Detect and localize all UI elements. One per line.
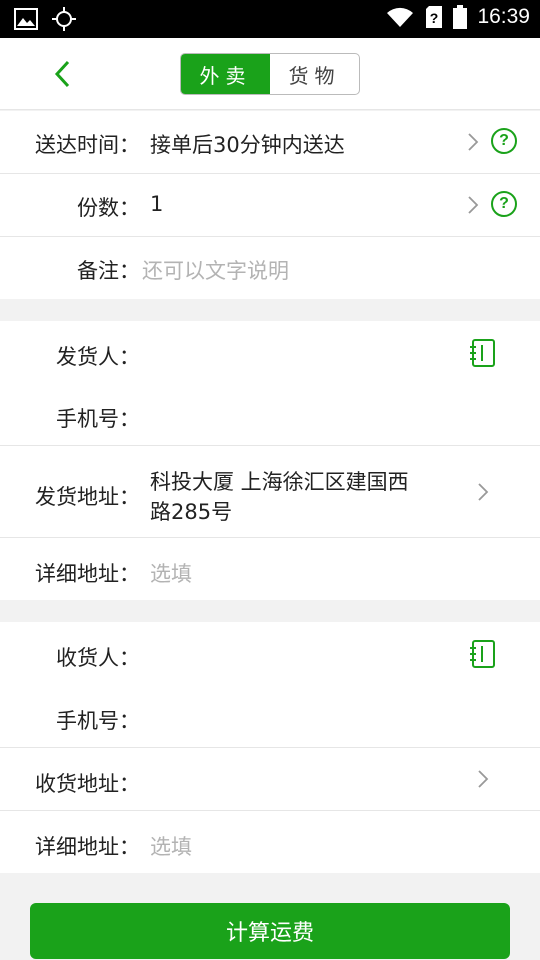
sender-detail-row[interactable]: 详细地址： 选填	[0, 538, 540, 600]
receiver-detail-row[interactable]: 详细地址： 选填	[0, 811, 540, 873]
portions-value: 1	[150, 192, 164, 216]
receiver-name-label: 收货人：	[56, 646, 140, 670]
receiver-address-row[interactable]: 收货地址：	[0, 748, 540, 811]
receiver-phone-label: 手机号：	[56, 709, 140, 733]
contacts-book-icon[interactable]	[470, 640, 496, 668]
svg-text:?: ?	[430, 10, 439, 26]
receiver-phone-row[interactable]: 手机号：	[0, 685, 540, 748]
portions-label: 份数：	[77, 196, 140, 220]
category-tabs: 外卖 货物	[180, 53, 360, 95]
sender-name-row[interactable]: 发货人：	[0, 321, 540, 383]
chevron-right-icon	[478, 483, 489, 501]
sender-detail-input[interactable]: 选填	[150, 558, 192, 588]
receiver-detail-label: 详细地址：	[35, 835, 140, 859]
receiver-address-label: 收货地址：	[35, 772, 140, 796]
delivery-time-label: 送达时间：	[35, 133, 140, 157]
image-icon	[14, 8, 38, 30]
clock: 16:39	[477, 5, 530, 28]
chevron-left-icon	[54, 60, 70, 88]
battery-icon	[453, 5, 468, 29]
receiver-name-row[interactable]: 收货人：	[0, 622, 540, 685]
note-label: 备注：	[77, 259, 140, 283]
gps-icon	[52, 7, 76, 31]
order-section: 送达时间： 接单后30分钟内送达 ? 份数： 1 ? 备注： 还可以文字说明	[0, 111, 540, 299]
sender-name-label: 发货人：	[56, 345, 140, 369]
sender-section: 发货人： 手机号： 发货地址： 科投大厦 上海徐汇区建国西 路285号 详细地址…	[0, 321, 540, 600]
sender-phone-label: 手机号：	[56, 407, 140, 431]
back-button[interactable]	[44, 56, 80, 92]
note-row[interactable]: 备注： 还可以文字说明	[0, 237, 540, 299]
tab-goods[interactable]: 货物	[270, 54, 359, 94]
sender-address-label: 发货地址：	[35, 485, 140, 509]
sim-icon: ?	[426, 6, 443, 28]
chevron-right-icon	[468, 196, 479, 214]
receiver-detail-input[interactable]: 选填	[150, 831, 192, 861]
status-bar: ? 16:39	[0, 0, 540, 38]
receiver-section: 收货人： 手机号： 收货地址： 详细地址： 选填	[0, 622, 540, 873]
wifi-icon	[387, 7, 414, 27]
portions-row[interactable]: 份数： 1 ?	[0, 174, 540, 237]
calculate-fee-button[interactable]: 计算运费	[30, 903, 510, 959]
sender-detail-label: 详细地址：	[35, 562, 140, 586]
delivery-time-value: 接单后30分钟内送达	[150, 133, 345, 157]
chevron-right-icon	[478, 770, 489, 788]
contacts-book-icon[interactable]	[470, 339, 496, 367]
sender-address-line2: 路285号	[150, 500, 233, 524]
chevron-right-icon	[468, 133, 479, 151]
sender-phone-row[interactable]: 手机号：	[0, 383, 540, 446]
help-icon[interactable]: ?	[491, 128, 517, 154]
sender-address-line1: 科投大厦 上海徐汇区建国西	[150, 470, 409, 494]
note-input[interactable]: 还可以文字说明	[142, 255, 289, 285]
tab-takeout[interactable]: 外卖	[181, 54, 270, 94]
app-bar: 外卖 货物	[0, 38, 540, 110]
sender-address-row[interactable]: 发货地址： 科投大厦 上海徐汇区建国西 路285号	[0, 446, 540, 538]
delivery-time-row[interactable]: 送达时间： 接单后30分钟内送达 ?	[0, 111, 540, 174]
help-icon[interactable]: ?	[491, 191, 517, 217]
